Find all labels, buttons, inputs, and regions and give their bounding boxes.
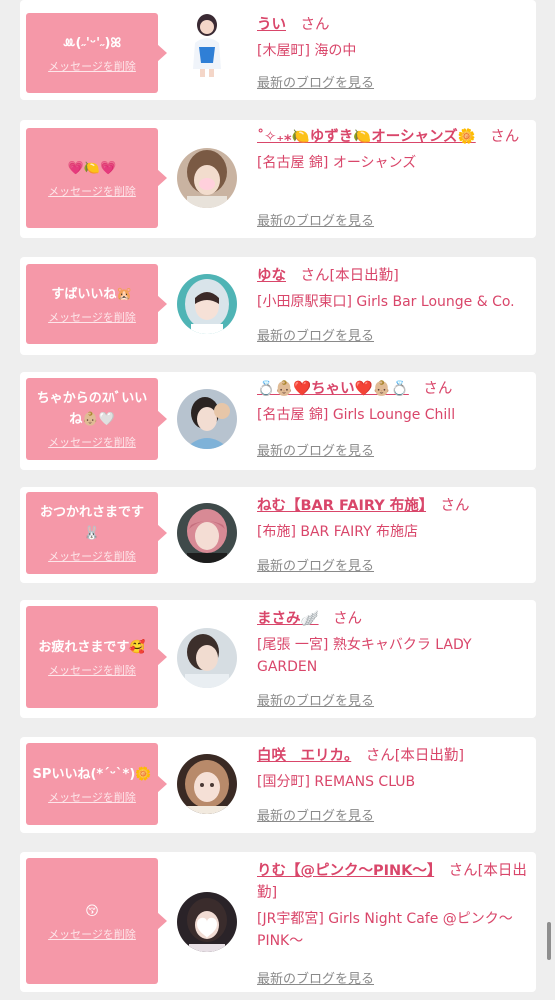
avatar[interactable] [177, 389, 237, 449]
latest-blog-link[interactable]: 最新のブログを見る [257, 555, 374, 574]
avatar[interactable] [177, 274, 237, 334]
message-bubble: おつかれさまです🐰 メッセージを削除 [26, 492, 167, 574]
message-card: ꔛ(˶'ᵕ'˶)ꕤ メッセージを削除 うい さん [木屋町] 海の中 最新のブロ… [20, 0, 536, 100]
shop-name: [木屋町] 海の中 [257, 43, 357, 59]
delete-message-link[interactable]: メッセージを削除 [48, 662, 136, 678]
message-bubble: お疲れさまです🥰 メッセージを削除 [26, 606, 167, 708]
message-bubble: 💗🍋💗 メッセージを削除 [26, 128, 167, 228]
cast-info: ねむ【BAR FAIRY 布施】 さん [布施] BAR FAIRY 布施店 [257, 495, 530, 543]
delete-message-link[interactable]: メッセージを削除 [48, 548, 136, 564]
honorific: さん [333, 611, 363, 627]
cast-name-link[interactable]: りむ【@ピンク〜PINK〜】 [257, 863, 434, 879]
message-text: ちゃからのｽﾊﾞいいね👶🏼🤍 [36, 391, 148, 427]
message-card: SPいいね(*´ᵕ`*)🌼 メッセージを削除 白咲 エリカ。 さん[本日出勤] … [20, 737, 536, 833]
honorific: さん [448, 863, 478, 879]
work-status: [本日出勤] [394, 748, 465, 764]
latest-blog-link[interactable]: 最新のブログを見る [257, 325, 374, 344]
delete-message-link[interactable]: メッセージを削除 [48, 309, 136, 325]
cast-info: ゆな さん[本日出勤] [小田原駅東口] Girls Bar Lounge & … [257, 265, 530, 313]
delete-message-link[interactable]: メッセージを削除 [48, 183, 136, 199]
message-text: ꔛ(˶'ᵕ'˶)ꕤ [62, 35, 122, 51]
avatar[interactable] [185, 13, 229, 77]
cast-name-link[interactable]: ゆな [257, 268, 286, 284]
message-bubble: ちゃからのｽﾊﾞいいね👶🏼🤍 メッセージを削除 [26, 378, 167, 460]
message-text: すばいいね🐹 [51, 286, 133, 302]
message-text: SPいいね(*´ᵕ`*)🌼 [32, 766, 152, 782]
delete-message-link[interactable]: メッセージを削除 [48, 58, 136, 74]
shop-name: [尾張 一宮] 熟女キャバクラ LADY GARDEN [257, 637, 472, 675]
cast-info: りむ【@ピンク〜PINK〜】 さん[本日出勤] [JR宇都宮] Girls Ni… [257, 860, 530, 952]
message-card: すばいいね🐹 メッセージを削除 ゆな さん[本日出勤] [小田原駅東口] Gir… [20, 257, 536, 355]
avatar[interactable] [177, 754, 237, 814]
work-status: [本日出勤] [329, 268, 399, 284]
message-text: おつかれさまです🐰 [39, 505, 144, 541]
message-card: お疲れさまです🥰 メッセージを削除 まさみ🪽 さん [尾張 一宮] 熟女キャバク… [20, 600, 536, 718]
cast-info: まさみ🪽 さん [尾張 一宮] 熟女キャバクラ LADY GARDEN [257, 608, 530, 678]
latest-blog-link[interactable]: 最新のブログを見る [257, 968, 374, 987]
honorific: さん [423, 381, 453, 397]
delete-message-link[interactable]: メッセージを削除 [48, 789, 136, 805]
latest-blog-link[interactable]: 最新のブログを見る [257, 210, 374, 229]
cast-name-link[interactable]: ˚✧₊⁎🍋ゆずき🍋オーシャンズ🌼 [257, 129, 476, 145]
shop-name: [名古屋 錦] オーシャンズ [257, 155, 417, 171]
message-card: 😚 メッセージを削除 りむ【@ピンク〜PINK〜】 さん[本日出勤] [JR宇都… [20, 852, 536, 992]
honorific: さん [440, 498, 470, 514]
shop-name: [JR宇都宮] Girls Night Cafe @ピンク〜PINK〜 [257, 911, 513, 949]
cast-info: ˚✧₊⁎🍋ゆずき🍋オーシャンズ🌼 さん [名古屋 錦] オーシャンズ [257, 126, 530, 174]
latest-blog-link[interactable]: 最新のブログを見る [257, 440, 374, 459]
delete-message-link[interactable]: メッセージを削除 [48, 926, 136, 942]
shop-name: [小田原駅東口] Girls Bar Lounge & Co. [257, 294, 515, 310]
cast-info: うい さん [木屋町] 海の中 [257, 14, 530, 62]
avatar[interactable] [177, 148, 237, 208]
message-card: 💗🍋💗 メッセージを削除 ˚✧₊⁎🍋ゆずき🍋オーシャンズ🌼 さん [名古屋 錦]… [20, 120, 536, 238]
cast-info: 白咲 エリカ。 さん[本日出勤] [国分町] REMANS CLUB [257, 745, 530, 793]
message-bubble: SPいいね(*´ᵕ`*)🌼 メッセージを削除 [26, 743, 167, 825]
shop-name: [国分町] REMANS CLUB [257, 774, 416, 790]
latest-blog-link[interactable]: 最新のブログを見る [257, 690, 374, 709]
message-text: 😚 [85, 903, 99, 919]
message-bubble: すばいいね🐹 メッセージを削除 [26, 264, 167, 344]
message-bubble: ꔛ(˶'ᵕ'˶)ꕤ メッセージを削除 [26, 13, 167, 93]
cast-info: 💍👶🏼❤️ちゃい❤️👶🏼💍 さん [名古屋 錦] Girls Lounge Ch… [257, 378, 530, 426]
message-card: ちゃからのｽﾊﾞいいね👶🏼🤍 メッセージを削除 💍👶🏼❤️ちゃい❤️👶🏼💍 さん… [20, 372, 536, 470]
cast-name-link[interactable]: まさみ🪽 [257, 611, 319, 627]
cast-name-link[interactable]: 白咲 エリカ。 [257, 748, 351, 764]
latest-blog-link[interactable]: 最新のブログを見る [257, 805, 374, 824]
honorific: さん [300, 17, 330, 33]
honorific: さん [365, 748, 395, 764]
cast-name-link[interactable]: ねむ【BAR FAIRY 布施】 [257, 498, 426, 514]
cast-name-link[interactable]: 💍👶🏼❤️ちゃい❤️👶🏼💍 [257, 381, 409, 397]
honorific: さん [300, 268, 330, 284]
shop-name: [名古屋 錦] Girls Lounge Chill [257, 407, 456, 423]
message-text: 💗🍋💗 [67, 160, 117, 176]
shop-name: [布施] BAR FAIRY 布施店 [257, 524, 419, 540]
message-card: おつかれさまです🐰 メッセージを削除 ねむ【BAR FAIRY 布施】 さん [… [20, 487, 536, 583]
delete-message-link[interactable]: メッセージを削除 [48, 434, 136, 450]
message-list: ꔛ(˶'ᵕ'˶)ꕤ メッセージを削除 うい さん [木屋町] 海の中 最新のブロ… [0, 0, 555, 1000]
avatar[interactable] [177, 892, 237, 952]
cast-name-link[interactable]: うい [257, 17, 286, 33]
honorific: さん [490, 129, 520, 145]
avatar[interactable] [177, 628, 237, 688]
avatar[interactable] [177, 503, 237, 563]
message-bubble: 😚 メッセージを削除 [26, 858, 167, 984]
latest-blog-link[interactable]: 最新のブログを見る [257, 72, 374, 91]
message-text: お疲れさまです🥰 [38, 639, 146, 655]
scrollbar[interactable] [547, 922, 551, 960]
